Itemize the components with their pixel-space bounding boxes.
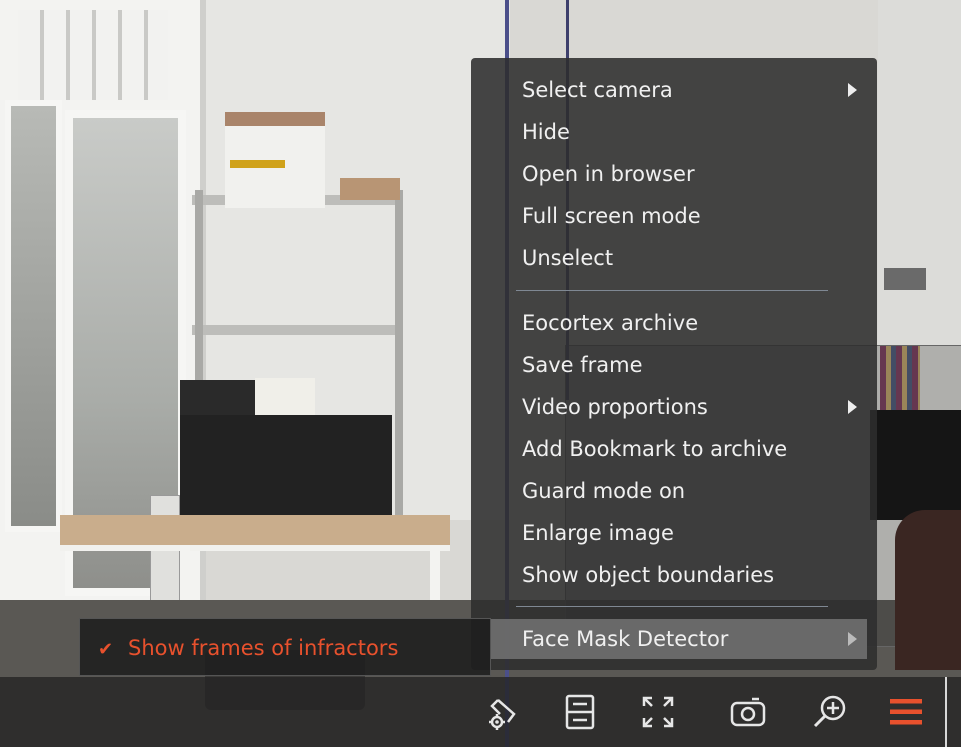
scene-door-top bbox=[18, 10, 168, 100]
scene-desk bbox=[60, 515, 450, 551]
menu-item-label: Enlarge image bbox=[522, 521, 674, 545]
zoom-in-button[interactable] bbox=[806, 687, 854, 737]
toolbar-edge-divider bbox=[945, 677, 947, 747]
scene-monitor-2 bbox=[870, 410, 961, 520]
menu-item-save-frame[interactable]: Save frame bbox=[471, 345, 877, 385]
menu-item-label: Show object boundaries bbox=[522, 563, 775, 587]
menu-item-enlarge-image[interactable]: Enlarge image bbox=[471, 513, 877, 553]
menu-item-eocortex-archive[interactable]: Eocortex archive bbox=[471, 303, 877, 343]
scene-door-glass-left bbox=[5, 100, 62, 532]
menu-item-unselect[interactable]: Unselect bbox=[471, 238, 877, 278]
menu-item-guard-mode-on[interactable]: Guard mode on bbox=[471, 471, 877, 511]
face-mask-detector-submenu: ✔ Show frames of infractors bbox=[79, 618, 491, 676]
menu-item-label: Guard mode on bbox=[522, 479, 686, 503]
camera-toolbar bbox=[0, 677, 961, 747]
layout-icon bbox=[560, 692, 600, 732]
scene-monitor-back bbox=[180, 380, 260, 420]
menu-item-label: Eocortex archive bbox=[522, 311, 699, 335]
scene-shelf-middle bbox=[192, 325, 402, 335]
submenu-arrow-icon bbox=[848, 83, 857, 97]
menu-item-select-camera[interactable]: Select camera bbox=[471, 70, 877, 110]
menu-item-label: Open in browser bbox=[522, 162, 695, 186]
menu-item-open-in-browser[interactable]: Open in browser bbox=[471, 154, 877, 194]
scene-monitor bbox=[180, 415, 392, 525]
context-menu: Select camera Hide Open in browser Full … bbox=[471, 58, 877, 670]
main-menu-button[interactable] bbox=[882, 687, 930, 737]
menu-separator bbox=[516, 290, 828, 291]
camera-settings-button[interactable] bbox=[480, 687, 528, 737]
submenu-item-show-frames-of-infractors[interactable]: ✔ Show frames of infractors bbox=[80, 619, 492, 677]
menu-item-hide[interactable]: Hide bbox=[471, 112, 877, 152]
menu-item-full-screen-mode[interactable]: Full screen mode bbox=[471, 196, 877, 236]
menu-item-show-object-boundaries[interactable]: Show object boundaries bbox=[471, 555, 877, 595]
scene-poster bbox=[884, 268, 926, 290]
snapshot-button[interactable] bbox=[724, 687, 772, 737]
zoom-in-icon bbox=[810, 692, 850, 732]
scene-shelf-post-right bbox=[395, 190, 403, 530]
menu-separator bbox=[516, 606, 828, 607]
menu-item-label: Full screen mode bbox=[522, 204, 701, 228]
scene-person bbox=[895, 510, 961, 670]
checkmark-icon: ✔ bbox=[98, 639, 114, 660]
menu-item-label: Unselect bbox=[522, 246, 614, 270]
camera-settings-icon bbox=[484, 692, 524, 732]
scene-door-handle bbox=[150, 495, 180, 607]
scene-box-small bbox=[340, 178, 400, 200]
menu-item-label: Hide bbox=[522, 120, 570, 144]
menu-item-label: Select camera bbox=[522, 78, 673, 102]
menu-item-label: Face Mask Detector bbox=[522, 627, 729, 651]
submenu-item-label: Show frames of infractors bbox=[128, 636, 399, 660]
layout-button[interactable] bbox=[556, 687, 604, 737]
submenu-arrow-icon bbox=[848, 400, 857, 414]
fullscreen-icon bbox=[638, 692, 678, 732]
menu-item-face-mask-detector[interactable]: Face Mask Detector bbox=[491, 619, 867, 659]
snapshot-camera-icon bbox=[728, 692, 768, 732]
scene-small-box bbox=[255, 378, 315, 416]
hamburger-menu-icon bbox=[886, 692, 926, 732]
menu-item-label: Video proportions bbox=[522, 395, 708, 419]
submenu-arrow-icon bbox=[848, 632, 857, 646]
scene-box-tape bbox=[230, 160, 285, 168]
fullscreen-button[interactable] bbox=[634, 687, 682, 737]
menu-item-add-bookmark[interactable]: Add Bookmark to archive bbox=[471, 429, 877, 469]
menu-item-label: Add Bookmark to archive bbox=[522, 437, 788, 461]
menu-item-label: Save frame bbox=[522, 353, 643, 377]
menu-item-video-proportions[interactable]: Video proportions bbox=[471, 387, 877, 427]
